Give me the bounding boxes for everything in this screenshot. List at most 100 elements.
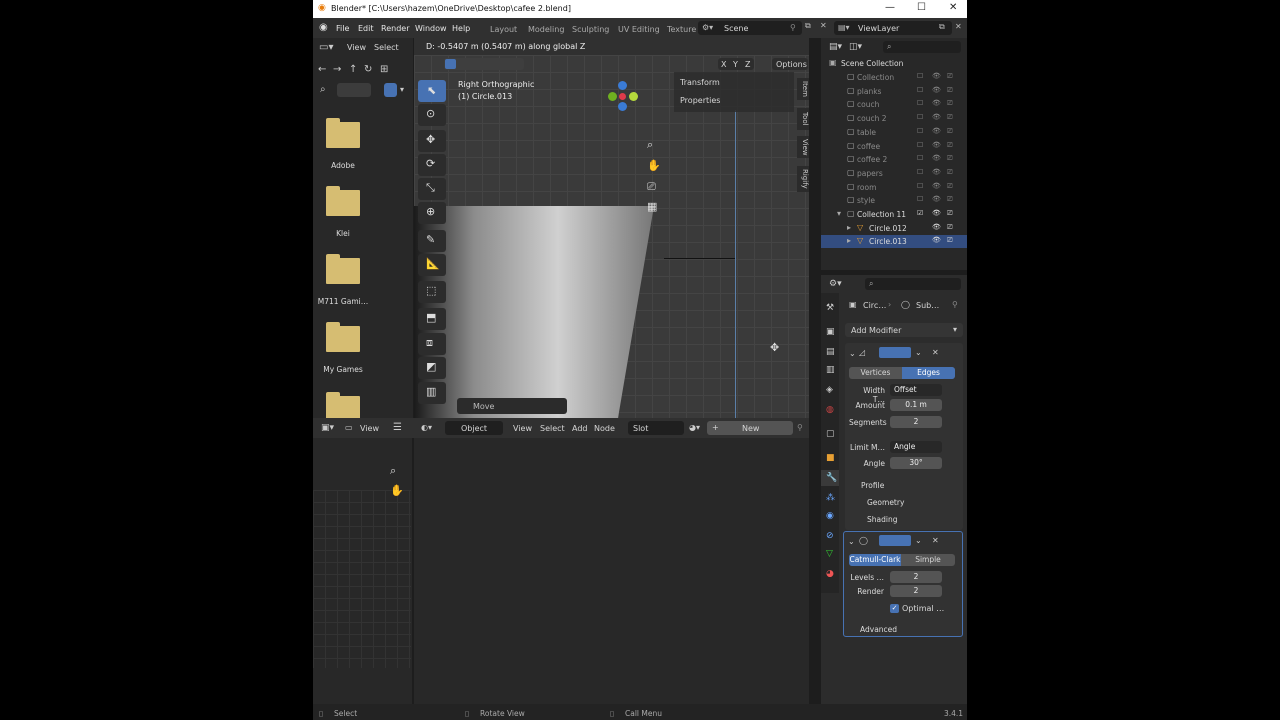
camera-icon[interactable]: ⎚ [947, 141, 953, 150]
blender-menu-icon[interactable]: ◉ [319, 22, 328, 33]
outliner-row[interactable]: ▢ papers ☐ 👁 ⎚ [821, 167, 967, 180]
options-dropdown[interactable]: Options [772, 58, 808, 70]
tab-sculpting[interactable]: Sculpting [572, 25, 609, 34]
gizmo-x-icon[interactable] [619, 93, 626, 100]
mirror-axes[interactable]: X Y Z [718, 58, 754, 70]
close-button[interactable]: ✕ [949, 2, 957, 13]
editor-type-icon[interactable]: ▤▾ [829, 42, 842, 52]
camera-icon[interactable]: ⎚ [947, 127, 953, 136]
eye-icon[interactable]: 👁 [932, 113, 941, 121]
transform-panel-header[interactable]: Transform [680, 78, 720, 87]
back-arrow-icon[interactable]: ← [318, 64, 326, 75]
eye-icon[interactable]: 👁 [932, 223, 941, 231]
camera-icon[interactable]: ⎚ [947, 236, 953, 245]
editor-type-icon[interactable]: ▭▾ [319, 42, 333, 53]
axis-y[interactable]: Y [733, 60, 738, 69]
editor-type-icon[interactable]: ⚙▾ [829, 279, 842, 289]
tab-tool[interactable]: Tool [797, 108, 809, 130]
cursor-tool[interactable]: ⊙ [418, 104, 446, 126]
remove-modifier-icon[interactable]: ✕ [932, 348, 939, 357]
simple-option[interactable]: Simple [901, 554, 955, 566]
scene-tab-icon[interactable]: ◈ [826, 385, 833, 395]
axis-x[interactable]: X [721, 60, 726, 69]
data-tab-icon[interactable]: ▽ [826, 549, 833, 559]
display-mode-button[interactable] [337, 83, 371, 97]
select-new-icon[interactable] [445, 59, 456, 69]
eye-icon[interactable]: 👁 [932, 195, 941, 203]
pin-icon[interactable]: ⚲ [790, 23, 796, 32]
menu-file[interactable]: File [336, 24, 349, 33]
limit-method-dropdown[interactable]: Angle [890, 441, 942, 453]
optimal-display-checkbox[interactable]: ✓ [890, 604, 899, 613]
eye-icon[interactable]: 👁 [932, 154, 941, 162]
collapse-chevron-icon[interactable]: ⌄ [848, 537, 855, 546]
dropdown-icon[interactable]: ⌄ [915, 536, 922, 545]
exclude-checkbox-icon[interactable]: ☐ [917, 113, 923, 121]
gizmo-neg-z-icon[interactable] [618, 102, 627, 111]
breadcrumb-modifier[interactable]: Sub… [916, 301, 939, 310]
slot-dropdown[interactable]: Slot [628, 421, 684, 435]
bevel-tool[interactable]: ◩ [418, 357, 446, 379]
forward-arrow-icon[interactable]: → [333, 64, 341, 75]
mesh-object[interactable] [414, 206, 654, 418]
eye-icon[interactable]: 👁 [932, 236, 941, 244]
3d-viewport[interactable]: D: -0.5407 m (0.5407 m) along global Z X… [414, 38, 809, 418]
selection-mode-buttons[interactable] [444, 58, 524, 70]
delete-viewlayer-icon[interactable]: ✕ [955, 22, 962, 31]
object-dropdown[interactable]: Object [445, 421, 503, 435]
left-view-menu[interactable]: View [360, 424, 379, 433]
folder-label[interactable]: My Games [313, 365, 373, 374]
profile-section[interactable]: Profile [861, 481, 884, 490]
outliner-row[interactable]: ▢ table ☐ 👁 ⎚ [821, 126, 967, 139]
inset-tool[interactable]: ⧈ [418, 333, 446, 355]
visibility-toggles[interactable] [879, 535, 911, 546]
visibility-toggles[interactable] [879, 347, 911, 358]
camera-icon[interactable]: ⎚ [947, 223, 953, 232]
modifier-tab[interactable]: 🔧 [821, 470, 839, 486]
camera-icon[interactable]: ⎚ [947, 86, 953, 95]
folder-label[interactable]: Adobe [313, 161, 373, 170]
folder-label[interactable]: Klei [313, 229, 373, 238]
pin-icon[interactable]: ⚲ [952, 300, 958, 309]
tab-texture[interactable]: Texture [667, 25, 696, 34]
folder-label[interactable]: M711 Gami… [313, 297, 373, 306]
outliner-row[interactable]: ▢ couch ☐ 👁 ⎚ [821, 98, 967, 111]
tab-rigify[interactable]: Rigify [797, 166, 809, 192]
scale-tool[interactable]: ⤡ [418, 178, 446, 200]
fb-select-menu[interactable]: Select [374, 43, 399, 52]
advanced-section[interactable]: Advanced [860, 625, 897, 634]
add-cube-tool[interactable]: ⬚ [418, 281, 446, 303]
tab-view[interactable]: View [797, 136, 809, 158]
folder-icon[interactable] [326, 254, 360, 284]
transform-tool[interactable]: ⊕ [418, 202, 446, 224]
eye-icon[interactable]: 👁 [932, 99, 941, 107]
levels-field[interactable]: 2 [890, 571, 942, 583]
display-icon[interactable]: ▭ [345, 423, 353, 432]
maximize-button[interactable]: ☐ [917, 2, 926, 13]
rotate-tool[interactable]: ⟳ [418, 154, 446, 176]
eye-icon[interactable]: 👁 [932, 127, 941, 135]
camera-icon[interactable]: ⎚ [947, 195, 953, 204]
outliner-row[interactable]: ▢ planks ☐ 👁 ⎚ [821, 85, 967, 98]
camera-icon[interactable]: ⎚ [947, 72, 953, 81]
select-box-tool[interactable]: ⬉ [418, 80, 446, 102]
pan-hand-icon[interactable]: ✋ [647, 159, 661, 172]
node-view-menu[interactable]: View [513, 424, 532, 433]
outliner-row[interactable]: ▢ coffee ☐ 👁 ⎚ [821, 140, 967, 153]
edges-option[interactable]: Edges [902, 367, 955, 379]
expand-chevron-icon[interactable]: ▾ [837, 209, 841, 218]
tool-tab-icon[interactable]: ⚒ [826, 303, 834, 313]
outliner-row[interactable]: ▢ couch 2 ☐ 👁 ⎚ [821, 112, 967, 125]
viewlayer-selector[interactable]: ▤▾ ViewLayer [834, 21, 952, 35]
collapse-chevron-icon[interactable]: ▸ [847, 223, 851, 232]
menu-edit[interactable]: Edit [358, 24, 374, 33]
tab-uv-editing[interactable]: UV Editing [618, 25, 660, 34]
tab-modeling[interactable]: Modeling [528, 25, 564, 34]
amount-field[interactable]: 0.1 m [890, 399, 942, 411]
collection-tab-icon[interactable]: ▢ [826, 429, 835, 439]
shading-section[interactable]: Shading [867, 515, 897, 524]
measure-tool[interactable]: 📐 [418, 254, 446, 276]
menu-window[interactable]: Window [415, 24, 447, 33]
segments-field[interactable]: 2 [890, 416, 942, 428]
exclude-checkbox-icon[interactable]: ☐ [917, 168, 923, 176]
